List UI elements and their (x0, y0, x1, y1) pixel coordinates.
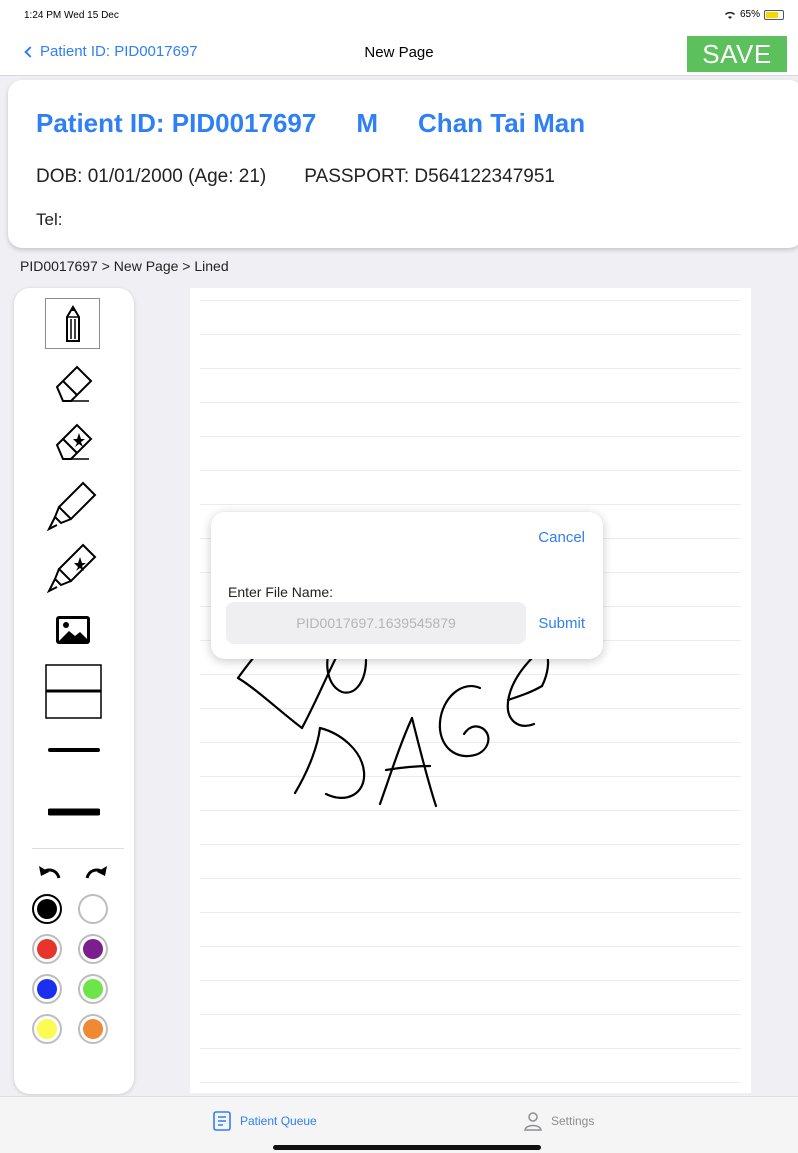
status-bar: 1:24 PM Wed 15 Dec 65% (0, 0, 798, 30)
area-eraser-tool[interactable] (47, 418, 99, 464)
swatch-fill (83, 979, 103, 999)
submit-button[interactable]: Submit (538, 615, 585, 632)
patient-name: Chan Tai Man (418, 108, 586, 138)
battery-icon (764, 9, 784, 20)
tab-patient-queue-label: Patient Queue (240, 1114, 317, 1128)
patient-tel: Tel: (36, 210, 63, 229)
thick-line-tool[interactable] (48, 801, 100, 823)
tool-panel (14, 288, 134, 1094)
swatch-fill (83, 1019, 103, 1039)
thin-line-tool[interactable] (48, 740, 100, 760)
redo-icon (85, 866, 107, 879)
battery-percent: 65% (739, 9, 760, 20)
paper-lined-icon (45, 664, 102, 719)
patient-card: Patient ID: PID0017697 M Chan Tai Man DO… (8, 80, 798, 248)
color-swatch-black[interactable] (32, 894, 62, 924)
save-button[interactable]: SAVE (687, 36, 787, 72)
file-name-input[interactable] (226, 602, 526, 644)
redo-button[interactable] (82, 860, 110, 884)
swatch-fill (37, 979, 57, 999)
patient-dob: DOB: 01/01/2000 (Age: 21) (36, 166, 267, 187)
drawing-canvas[interactable] (190, 288, 751, 1093)
handwriting-strokes (236, 624, 550, 808)
patient-details: DOB: 01/01/2000 (Age: 21) PASSPORT: D564… (36, 166, 555, 188)
status-time: 1:24 PM Wed 15 Dec (24, 10, 119, 21)
thick-line-icon (48, 808, 100, 816)
highlighter-icon (46, 481, 97, 532)
color-swatch-purple[interactable] (78, 934, 108, 964)
patient-passport: PASSPORT: D564122347951 (304, 166, 555, 187)
pencil-tool[interactable] (45, 298, 100, 349)
tab-patient-queue[interactable]: Patient Queue (212, 1111, 317, 1131)
thin-line-icon (48, 748, 100, 752)
area-highlighter-tool[interactable] (44, 540, 102, 596)
undo-button[interactable] (36, 860, 64, 884)
eraser-icon (55, 365, 93, 402)
eraser-tool[interactable] (47, 360, 99, 406)
pencil-icon (65, 304, 80, 342)
cancel-button[interactable]: Cancel (538, 529, 585, 546)
home-indicator (273, 1145, 541, 1150)
swatch-fill (83, 899, 103, 919)
swatch-fill (37, 899, 57, 919)
page-title: New Page (364, 44, 434, 61)
area-highlighter-icon (46, 543, 97, 594)
paper-lined-tool[interactable] (45, 664, 102, 719)
area-eraser-icon (55, 423, 93, 460)
swatch-fill (37, 1019, 57, 1039)
color-swatch-yellow[interactable] (32, 1014, 62, 1044)
color-swatch-white[interactable] (78, 894, 108, 924)
color-swatch-green[interactable] (78, 974, 108, 1004)
undo-icon (39, 866, 61, 879)
person-icon (524, 1112, 542, 1131)
nav-bar: Patient ID: PID0017697 New Page SAVE (0, 30, 798, 76)
tab-settings-label: Settings (551, 1114, 595, 1128)
tab-settings[interactable]: Settings (523, 1111, 594, 1131)
divider (32, 848, 124, 849)
patient-gender: M (356, 108, 379, 138)
color-swatch-red[interactable] (32, 934, 62, 964)
save-file-dialog: Cancel Enter File Name: Submit (211, 512, 603, 659)
image-tool[interactable] (54, 612, 92, 648)
patient-header: Patient ID: PID0017697 M Chan Tai Man (36, 108, 585, 139)
color-swatch-orange[interactable] (78, 1014, 108, 1044)
swatch-fill (37, 939, 57, 959)
queue-list-icon (213, 1111, 231, 1131)
highlighter-tool[interactable] (44, 478, 102, 534)
wifi-icon (724, 11, 735, 19)
file-name-label: Enter File Name: (228, 584, 334, 600)
breadcrumb: PID0017697 > New Page > Lined (20, 258, 229, 274)
status-right: 65% (724, 9, 784, 20)
patient-id: Patient ID: PID0017697 (36, 108, 317, 138)
swatch-fill (83, 939, 103, 959)
color-swatch-blue[interactable] (32, 974, 62, 1004)
image-icon (56, 616, 90, 644)
